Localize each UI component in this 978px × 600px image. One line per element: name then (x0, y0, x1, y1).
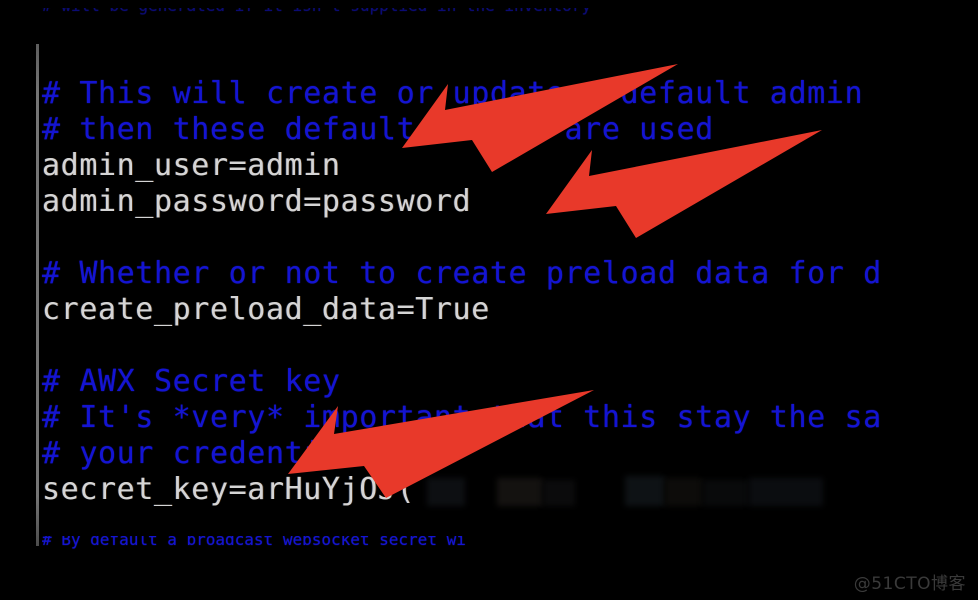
redaction-block (427, 478, 465, 506)
redaction-block (625, 476, 665, 506)
redaction-block (665, 478, 703, 506)
site-watermark: @51CTO博客 (853, 574, 966, 594)
clipped-bottom-line: # By default a broadcast websocket secre… (42, 536, 978, 574)
terminal-line: # then these default values are used (42, 112, 714, 147)
terminal-line: create_preload_data=True (42, 292, 490, 327)
terminal-line: admin_password=password (42, 184, 472, 219)
terminal-line: secret_key=arHuYjOJ( (42, 472, 416, 507)
terminal-line: # By default a broadcast websocket secre… (42, 536, 466, 549)
redaction-block (703, 480, 749, 506)
terminal-screen: # will be generated if it isn't supplied… (0, 0, 978, 600)
editor-pane-border (36, 44, 39, 546)
terminal-text-body: # This will create or update a default a… (42, 0, 978, 600)
redaction-block (497, 478, 543, 506)
terminal-line: # It's *very* important that this stay t… (42, 400, 882, 435)
terminal-line: # This will create or update a default a… (42, 76, 864, 111)
terminal-line: # AWX Secret key (42, 364, 341, 399)
terminal-line: # your credentials (42, 436, 378, 471)
terminal-line: admin_user=admin (42, 148, 341, 183)
redaction-block (749, 478, 823, 506)
redaction-block (543, 480, 575, 506)
terminal-line: # Whether or not to create preload data … (42, 256, 882, 291)
